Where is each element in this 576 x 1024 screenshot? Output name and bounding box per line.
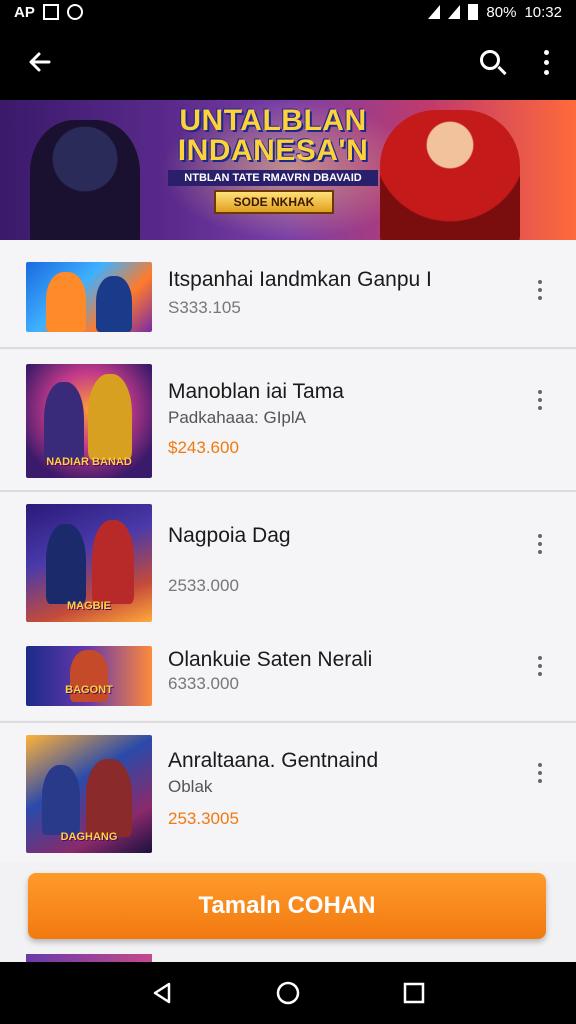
item-thumbnail: DAGHANG — [26, 735, 152, 853]
item-price: S333.105 — [168, 298, 241, 317]
next-item-thumbnail-peek — [26, 954, 152, 962]
item-title: Manoblan iai Tama — [168, 380, 344, 403]
signal-icon — [448, 5, 461, 19]
item-price: 2533.000 — [168, 576, 239, 595]
item-price: 253.3005 — [168, 809, 239, 828]
battery-icon — [468, 4, 479, 20]
sync-icon — [66, 4, 83, 20]
system-nav-bar — [0, 962, 576, 1024]
banner-subtitle: NTBLAN TATE RMAVRN DBAVAID — [168, 170, 378, 186]
item-title: Itspanhai Iandmkan Ganpu I — [168, 268, 432, 291]
wifi-icon — [428, 5, 441, 19]
thumbnail-label: BAGONT — [65, 684, 113, 696]
item-subtitle: Padkahaaa: GIplA — [168, 408, 306, 427]
app-bar-actions — [472, 42, 556, 82]
more-vertical-icon[interactable] — [532, 759, 548, 787]
nav-recents-icon[interactable] — [403, 982, 425, 1004]
item-subtitle: Oblak — [168, 777, 213, 796]
battery-level: 80% — [486, 3, 517, 21]
banner-hero-right — [380, 110, 520, 240]
list-item[interactable]: MAGBIE Nagpoia Dag 2533.000 — [0, 492, 576, 626]
banner-button[interactable]: SODE NKHAK — [214, 190, 334, 214]
thumbnail-label: MAGBIE — [67, 600, 111, 612]
item-thumbnail: BAGONT — [26, 646, 152, 706]
banner-hero-left — [30, 120, 140, 240]
item-thumbnail: NADIAR BANAD — [26, 364, 152, 478]
item-thumbnail — [26, 262, 152, 332]
status-carrier: AP — [14, 3, 35, 21]
list-item[interactable]: BAGONT Olankuie Saten Nerali 6333.000 — [0, 626, 576, 720]
clock: 10:32 — [524, 3, 562, 21]
thumbnail-label: NADIAR BANAD — [46, 456, 132, 468]
item-title: Nagpoia Dag — [168, 524, 291, 547]
item-price: $243.600 — [168, 438, 239, 457]
divider — [0, 347, 576, 349]
item-price: 6333.000 — [168, 674, 239, 693]
arrow-left-icon[interactable] — [20, 42, 60, 82]
list-item[interactable]: NADIAR BANAD Manoblan iai Tama Padkahaaa… — [0, 350, 576, 490]
nav-back-icon[interactable] — [151, 982, 173, 1004]
status-bar: AP 80% 10:32 — [0, 0, 576, 24]
notification-icon — [42, 4, 59, 20]
thumbnail-label: DAGHANG — [60, 831, 118, 843]
primary-cta-button[interactable]: Tamaln COHAN — [28, 873, 546, 939]
more-vertical-icon[interactable] — [536, 42, 556, 82]
item-title: Olankuie Saten Nerali — [168, 648, 373, 671]
banner-title: UNTALBLAN INDANESA'N — [177, 104, 369, 167]
item-title: Anraltaana. Gentnaind — [168, 749, 379, 772]
status-left: AP — [14, 4, 83, 21]
list-item[interactable]: Itspanhai Iandmkan Ganpu I S333.105 — [0, 240, 576, 348]
app-bar — [0, 24, 576, 100]
more-vertical-icon[interactable] — [532, 530, 548, 558]
list-item[interactable]: DAGHANG Anraltaana. Gentnaind Oblak 253.… — [0, 723, 576, 862]
nav-home-icon[interactable] — [275, 980, 301, 1006]
game-list: Itspanhai Iandmkan Ganpu I S333.105 NADI… — [0, 240, 576, 962]
promo-banner[interactable]: UNTALBLAN INDANESA'N NTBLAN TATE RMAVRN … — [0, 100, 576, 240]
more-vertical-icon[interactable] — [532, 652, 548, 680]
search-icon[interactable] — [472, 42, 512, 82]
item-thumbnail: MAGBIE — [26, 504, 152, 622]
more-vertical-icon[interactable] — [532, 276, 548, 304]
status-right: 80% 10:32 — [428, 4, 562, 21]
more-vertical-icon[interactable] — [532, 386, 548, 414]
